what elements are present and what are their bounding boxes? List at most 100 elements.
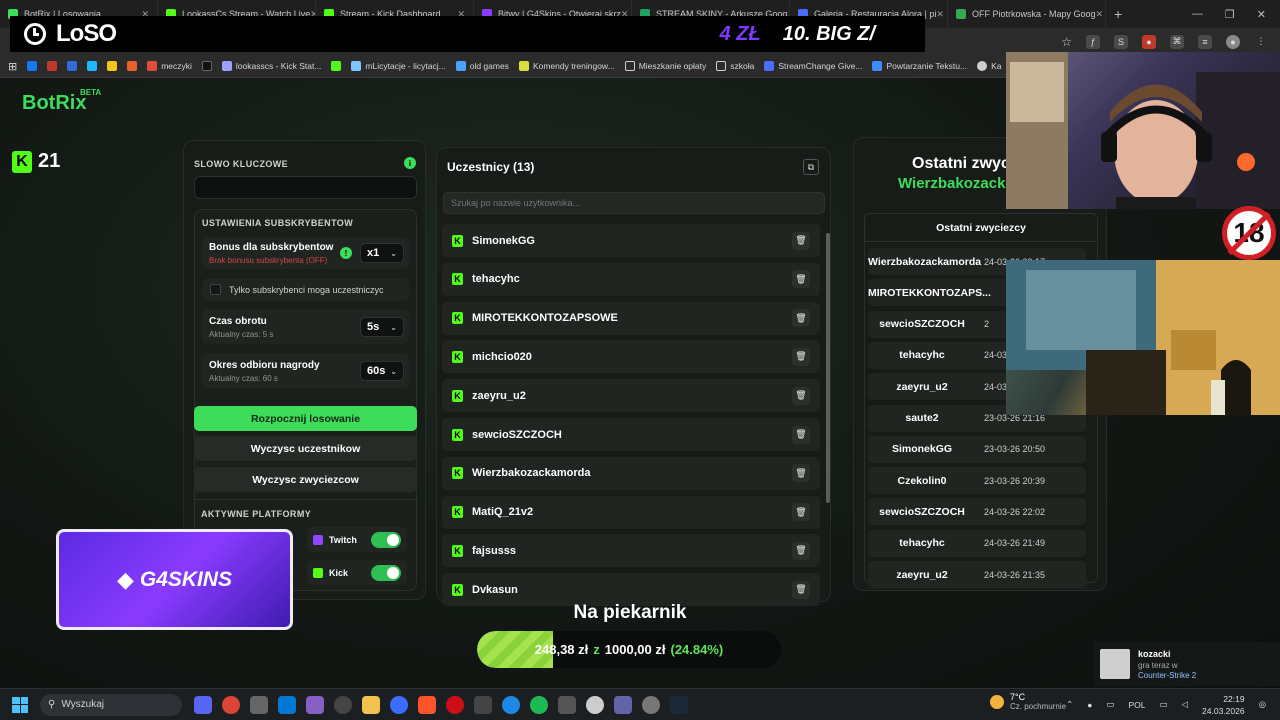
- browser-tab[interactable]: OFF Piotrkowska - Mapy Goog ✕: [948, 0, 1106, 28]
- bookmark[interactable]: meczyki: [147, 61, 192, 71]
- folder-icon[interactable]: [362, 695, 380, 714]
- trash-icon[interactable]: 🗑: [792, 425, 810, 444]
- app-icon[interactable]: [642, 695, 660, 714]
- app-tray-icon[interactable]: ▭: [1106, 699, 1114, 710]
- lang-indicator[interactable]: POL: [1128, 700, 1145, 710]
- visual-studio-icon[interactable]: [306, 695, 324, 714]
- bookmark[interactable]: [331, 61, 342, 71]
- bookmark[interactable]: old games: [455, 61, 509, 71]
- bookmark[interactable]: Komendy treningow...: [518, 61, 615, 71]
- new-tab-button[interactable]: +: [1114, 6, 1122, 22]
- maximize-icon[interactable]: ❐: [1225, 8, 1235, 21]
- trash-icon[interactable]: 🗑: [792, 309, 810, 328]
- chevron-up-icon[interactable]: ⌃: [1066, 699, 1073, 710]
- more-icon[interactable]: ⋮: [1254, 35, 1268, 49]
- participant-scrollbar[interactable]: [826, 233, 830, 503]
- trash-icon[interactable]: 🗑: [792, 231, 810, 250]
- bookmark[interactable]: Powtarzanie Tekstu...: [872, 61, 967, 71]
- trash-icon[interactable]: 🗑: [792, 347, 810, 366]
- edge-icon[interactable]: [502, 695, 520, 714]
- info-icon[interactable]: i: [404, 157, 416, 169]
- spotify-icon[interactable]: [530, 695, 548, 714]
- subs-only-row[interactable]: Tylko subskrybenci moga uczestniczyc: [202, 278, 409, 301]
- app-icon[interactable]: [390, 695, 408, 714]
- opera-icon[interactable]: [446, 695, 464, 714]
- twitch-toggle[interactable]: [371, 531, 401, 548]
- brave-icon[interactable]: [418, 695, 436, 714]
- bookmark[interactable]: szkoła: [716, 61, 754, 71]
- kick-toggle[interactable]: [371, 564, 401, 581]
- minimize-icon[interactable]: —: [1192, 8, 1203, 21]
- bookmark[interactable]: lookasscs - Kick Stat...: [221, 61, 321, 71]
- bookmark[interactable]: [201, 61, 212, 71]
- window-controls: — ❐ ✕: [1192, 8, 1280, 21]
- spin-time-select[interactable]: 5s ⌄: [360, 317, 404, 337]
- bookmark[interactable]: StreamChange Give...: [764, 61, 862, 71]
- puzzle-icon[interactable]: ⌘: [1170, 34, 1184, 49]
- app-icon[interactable]: [558, 695, 576, 714]
- star-icon[interactable]: ☆: [1061, 35, 1072, 49]
- close-window-icon[interactable]: ✕: [1257, 8, 1266, 21]
- participant-search-input[interactable]: [443, 192, 825, 214]
- trash-icon[interactable]: 🗑: [792, 464, 810, 483]
- trash-icon[interactable]: 🗑: [792, 270, 810, 289]
- speedometer-icon[interactable]: [334, 695, 352, 714]
- bookmark[interactable]: [27, 61, 38, 71]
- mail-icon[interactable]: [474, 695, 492, 714]
- bookmark-label: Komendy treningow...: [532, 61, 615, 71]
- extension-icon[interactable]: ●: [1142, 34, 1156, 49]
- menu-icon[interactable]: ≡: [1198, 34, 1212, 49]
- copy-icon[interactable]: ⧉: [803, 159, 819, 175]
- start-draw-button[interactable]: Rozpocznij losowanie: [194, 406, 417, 431]
- bookmark[interactable]: Mieszkanie opłaty: [624, 61, 706, 71]
- discord-icon[interactable]: [194, 695, 212, 714]
- kick-icon: K: [452, 389, 463, 402]
- participant-name: MatiQ_21v2: [472, 506, 534, 519]
- trash-icon[interactable]: 🗑: [792, 541, 810, 560]
- clear-participants-button[interactable]: Wyczysc uczestnikow: [194, 436, 417, 461]
- volume-icon[interactable]: ◁: [1181, 699, 1188, 710]
- bookmark[interactable]: [87, 61, 98, 71]
- windows-start-icon[interactable]: [12, 696, 28, 713]
- webcam-face: [1006, 52, 1280, 209]
- teams-icon[interactable]: [614, 695, 632, 714]
- botrix-logo[interactable]: BotRix: [22, 92, 86, 115]
- clear-winners-button[interactable]: Wyczysc zwyciezcow: [194, 467, 417, 492]
- taskbar-clock[interactable]: 22:19 24.03.2026: [1202, 693, 1245, 717]
- extension-icon[interactable]: S: [1114, 34, 1128, 49]
- spin-value: 5s: [367, 321, 380, 333]
- chrome-icon[interactable]: [222, 695, 240, 714]
- twitch-icon: [313, 534, 323, 545]
- close-icon[interactable]: ✕: [1096, 9, 1104, 20]
- bookmark[interactable]: [67, 61, 78, 71]
- store-icon[interactable]: [250, 695, 268, 714]
- close-icon[interactable]: ✕: [936, 9, 944, 20]
- trash-icon[interactable]: 🗑: [792, 386, 810, 405]
- subs-only-checkbox[interactable]: [210, 284, 221, 295]
- keyword-input[interactable]: [194, 176, 417, 199]
- overlay-brand: LoSO: [56, 20, 117, 47]
- apps-icon[interactable]: ⊞: [8, 60, 17, 73]
- extension-icon[interactable]: ƒ: [1086, 34, 1100, 49]
- trash-icon[interactable]: 🗑: [792, 503, 810, 522]
- steam-icon[interactable]: [670, 695, 688, 714]
- bonus-select[interactable]: x1 ⌄: [360, 243, 404, 263]
- info-icon[interactable]: !: [340, 247, 352, 259]
- app-icon[interactable]: [586, 695, 604, 714]
- taskbar-search[interactable]: ⚲ Wyszukaj: [40, 693, 182, 716]
- bookmark[interactable]: Ka: [977, 61, 1002, 71]
- weather-widget[interactable]: 7°C Cz. pochmurnie: [990, 692, 1066, 711]
- outlook-icon[interactable]: [278, 695, 296, 714]
- avatar[interactable]: ●: [1226, 34, 1240, 49]
- network-icon[interactable]: ▭: [1159, 699, 1167, 710]
- claim-time-select[interactable]: 60s ⌄: [360, 361, 404, 381]
- bookmark[interactable]: mLicytacje - licytacj...: [351, 61, 446, 71]
- winners-list-title: Ostatni zwyciezcy: [865, 214, 1097, 242]
- bookmark[interactable]: [127, 61, 138, 71]
- mic-icon[interactable]: ●: [1087, 700, 1092, 710]
- bell-icon[interactable]: ◎: [1259, 699, 1266, 710]
- bookmark[interactable]: [107, 61, 118, 71]
- trash-icon[interactable]: 🗑: [792, 580, 810, 599]
- winner-name: sewcioSZCZOCH: [879, 318, 965, 331]
- bookmark[interactable]: [47, 61, 58, 71]
